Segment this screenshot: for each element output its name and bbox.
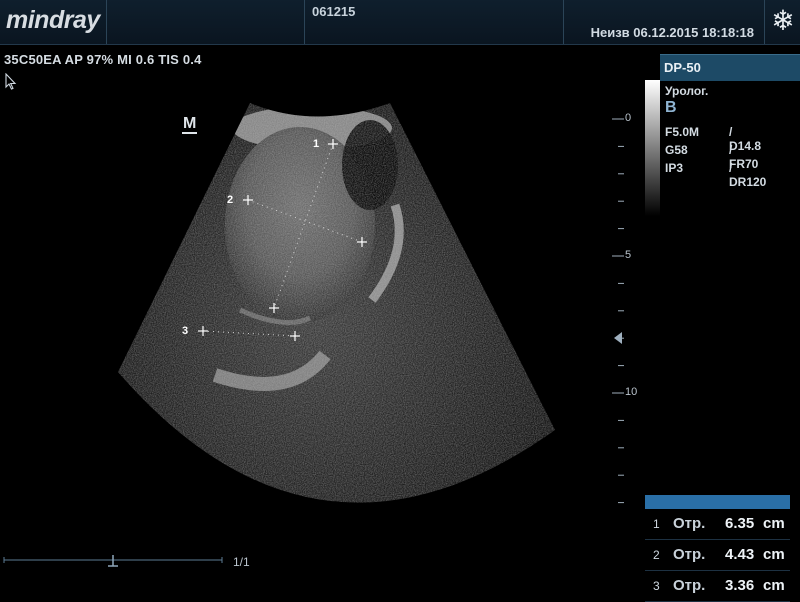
measurement-value: 3.36 — [725, 577, 755, 594]
measurement-row[interactable]: 1 Отр. 6.35 cm — [645, 509, 790, 540]
frequency-value: F5.0M — [665, 125, 700, 139]
cine-scrollbar[interactable] — [3, 555, 223, 567]
caliper-label: 2 — [227, 194, 234, 206]
frame-counter: 1/1 — [233, 555, 250, 569]
focus-position-marker[interactable] — [614, 332, 622, 344]
measurement-results-panel: 1 Отр. 6.35 cm 2 Отр. 4.43 cm 3 Отр. 3.3… — [645, 495, 790, 602]
gain-value: G58 — [665, 143, 688, 157]
measurement-row[interactable]: 3 Отр. 3.36 cm — [645, 571, 790, 602]
measurement-index: 2 — [653, 548, 660, 562]
measurement-unit: cm — [763, 577, 785, 594]
mode-header: DP-50 — [660, 54, 800, 81]
depth-scale — [612, 118, 624, 504]
sector-fan — [118, 103, 555, 503]
depth-label: 10 — [625, 386, 638, 398]
image-processing-value: IP3 — [665, 161, 684, 175]
caliper-label: 1 — [313, 138, 320, 150]
depth-label: 5 — [625, 249, 632, 261]
measurement-label: Отр. — [673, 515, 706, 532]
exam-preset: Уролог. — [665, 84, 709, 98]
measurement-label: Отр. — [673, 546, 706, 563]
param-row: G58 / FR70 — [665, 143, 758, 171]
depth-label: 0 — [625, 112, 632, 124]
measurement-value: 6.35 — [725, 515, 755, 532]
orientation-marker: M — [182, 115, 198, 134]
measurement-index: 1 — [653, 517, 660, 531]
imaging-mode: B — [665, 99, 677, 116]
param-row: F5.0M / D14.8 — [665, 125, 761, 153]
mode-title: DP-50 — [664, 60, 701, 75]
measurement-unit: cm — [763, 515, 785, 532]
measurement-index: 3 — [653, 579, 660, 593]
grayscale-bar — [645, 80, 660, 216]
measurement-panel-header — [645, 495, 790, 509]
dynamic-range-value: / DR120 — [729, 161, 767, 189]
measurement-label: Отр. — [673, 577, 706, 594]
measurement-unit: cm — [763, 546, 785, 563]
caliper-label: 3 — [182, 325, 189, 337]
measurement-value: 4.43 — [725, 546, 755, 563]
param-row: IP3 / DR120 — [665, 161, 766, 189]
measurement-row[interactable]: 2 Отр. 4.43 cm — [645, 540, 790, 571]
